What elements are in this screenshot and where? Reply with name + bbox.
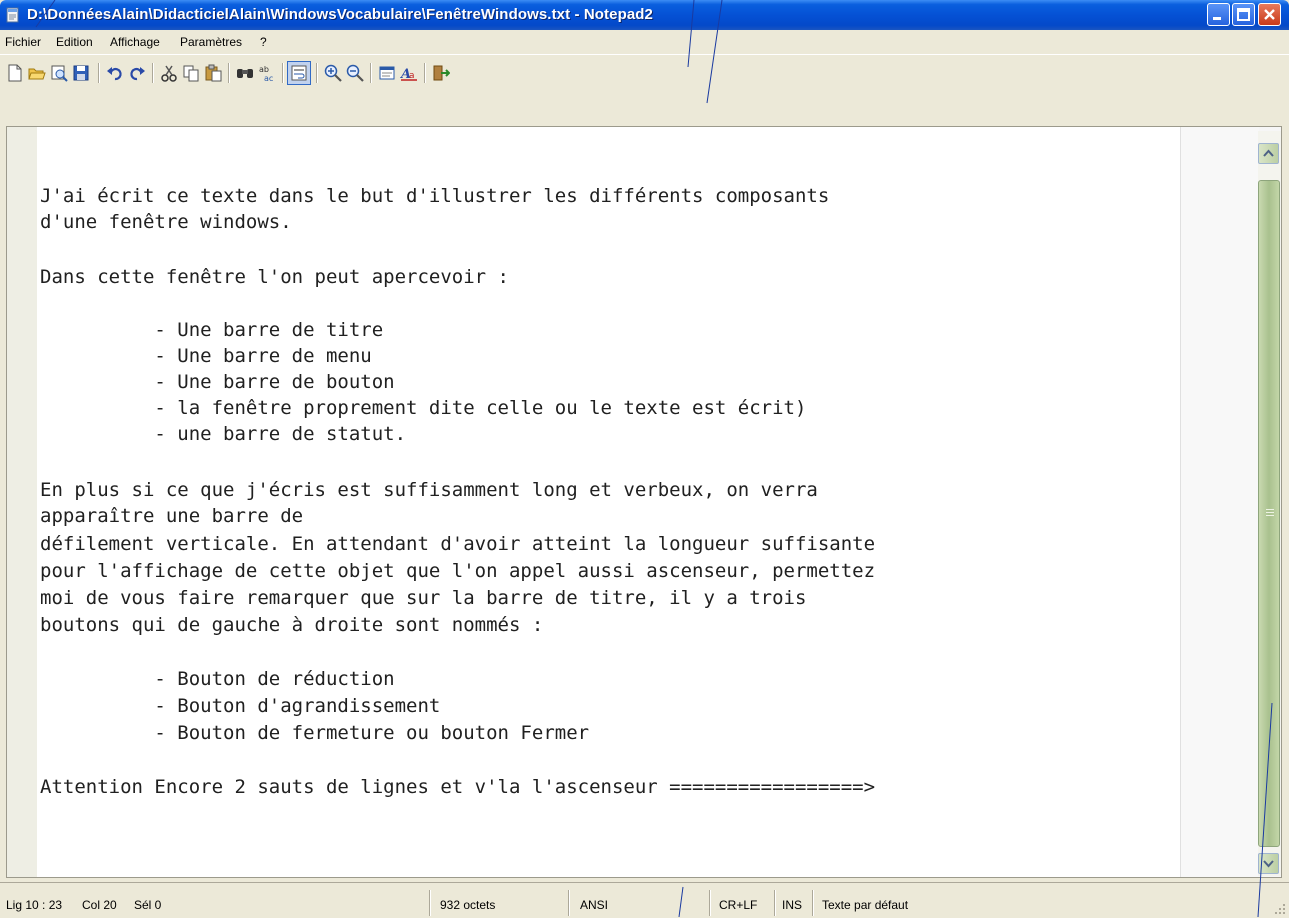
redo-icon[interactable] [128,64,146,82]
text-line: - Une barre de menu [40,345,372,367]
zoom-in-icon[interactable] [324,64,342,82]
text-line: J'ai écrit ce texte dans le but d'illust… [40,185,830,207]
scroll-down-button[interactable] [1258,853,1279,874]
menu-parametres[interactable]: Paramètres [180,35,242,49]
text-line: En plus si ce que j'écris est suffisamme… [40,479,818,501]
close-icon [1264,9,1275,20]
status-column: Col 20 [82,898,117,912]
text-line: Attention Encore 2 sauts de lignes et v'… [40,776,876,798]
text-line: - la fenêtre proprement dite celle ou le… [40,397,807,419]
menu-bar: Fichier Edition Affichage Paramètres ? [0,30,1289,53]
toolbar-separator [370,63,372,83]
text-line: - Une barre de titre [40,319,384,341]
status-separator [429,890,431,916]
status-mode[interactable]: INS [782,898,802,912]
save-icon[interactable] [72,64,90,82]
cut-icon[interactable] [160,64,178,82]
zoom-out-icon[interactable] [346,64,364,82]
svg-text:ac: ac [264,74,273,82]
copy-icon[interactable] [182,64,200,82]
status-separator [774,890,776,916]
undo-icon[interactable] [106,64,124,82]
text-line: - Une barre de bouton [40,371,395,393]
long-line-margin [1180,127,1259,877]
status-scheme[interactable]: Texte par défaut [822,898,908,912]
scroll-thumb-grip [1266,509,1274,510]
open-folder-icon[interactable] [28,64,46,82]
text-line: - Bouton de réduction [40,668,395,690]
new-file-icon[interactable] [6,64,24,82]
scroll-down-icon [1263,860,1274,868]
menu-affichage[interactable]: Affichage [110,35,160,49]
text-line: pour l'affichage de cette objet que l'on… [40,560,876,582]
menu-fichier[interactable]: Fichier [5,35,41,49]
text-area[interactable] [37,127,1180,877]
scroll-thumb-grip [1266,512,1274,513]
toolbar-separator [228,63,230,83]
svg-text:ab: ab [259,65,269,74]
scroll-thumb-grip [1266,515,1274,516]
toolbar: ab ac Aa [0,54,1289,89]
text-line: boutons qui de gauche à droite sont nomm… [40,614,544,636]
toolbar-separator [152,63,154,83]
editor-margin [7,127,37,877]
status-size: 932 octets [440,898,496,912]
replace-icon[interactable]: abac [258,64,276,82]
text-line: - Bouton d'agrandissement [40,695,441,717]
status-separator [568,890,570,916]
maximize-icon [1237,8,1250,21]
find-icon[interactable] [236,64,254,82]
menu-edition[interactable]: Edition [56,35,93,49]
scroll-up-button[interactable] [1258,143,1279,164]
font-icon[interactable]: Aa [400,64,418,82]
minimize-icon [1213,17,1221,20]
toolbar-separator [98,63,100,83]
status-separator [812,890,814,916]
scroll-up-icon [1263,149,1274,157]
resize-grip-icon[interactable] [1272,901,1286,915]
status-line-endings[interactable]: CR+LF [719,898,757,912]
text-line: moi de vous faire remarquer que sur la b… [40,587,807,609]
toolbar-separator [282,63,284,83]
exit-icon[interactable] [432,64,450,82]
text-line: - Bouton de fermeture ou bouton Fermer [40,722,590,744]
browse-icon[interactable] [50,64,68,82]
title-bar[interactable]: D:\DonnéesAlain\DidacticielAlain\Windows… [0,0,1289,30]
status-bar: Lig 10 : 23 Col 20 Sél 0 932 octets ANSI… [0,882,1289,918]
scheme-icon[interactable] [378,64,396,82]
vertical-scrollbar[interactable] [1258,131,1281,876]
word-wrap-button[interactable] [287,61,311,85]
text-line: d'une fenêtre windows. [40,211,292,233]
status-encoding[interactable]: ANSI [580,898,608,912]
status-separator [709,890,711,916]
menu-help[interactable]: ? [260,35,267,49]
status-selection: Sél 0 [134,898,162,912]
toolbar-separator [316,63,318,83]
text-line: - une barre de statut. [40,423,407,445]
status-line: Lig 10 : 23 [6,898,63,912]
toolbar-separator [424,63,426,83]
text-line: défilement verticale. En attendant d'avo… [40,533,876,555]
close-button[interactable] [1258,3,1281,26]
notepad-icon[interactable] [5,7,21,23]
notepad2-window: D:\DonnéesAlain\DidacticielAlain\Windows… [0,0,1289,918]
text-line: Dans cette fenêtre l'on peut apercevoir … [40,266,509,288]
minimize-button[interactable] [1207,3,1230,26]
text-line: apparaître une barre de [40,505,304,527]
scroll-thumb[interactable] [1258,180,1280,847]
window-title: D:\DonnéesAlain\DidacticielAlain\Windows… [27,6,653,23]
paste-icon[interactable] [204,64,222,82]
maximize-button[interactable] [1232,3,1255,26]
word-wrap-icon [291,65,307,81]
